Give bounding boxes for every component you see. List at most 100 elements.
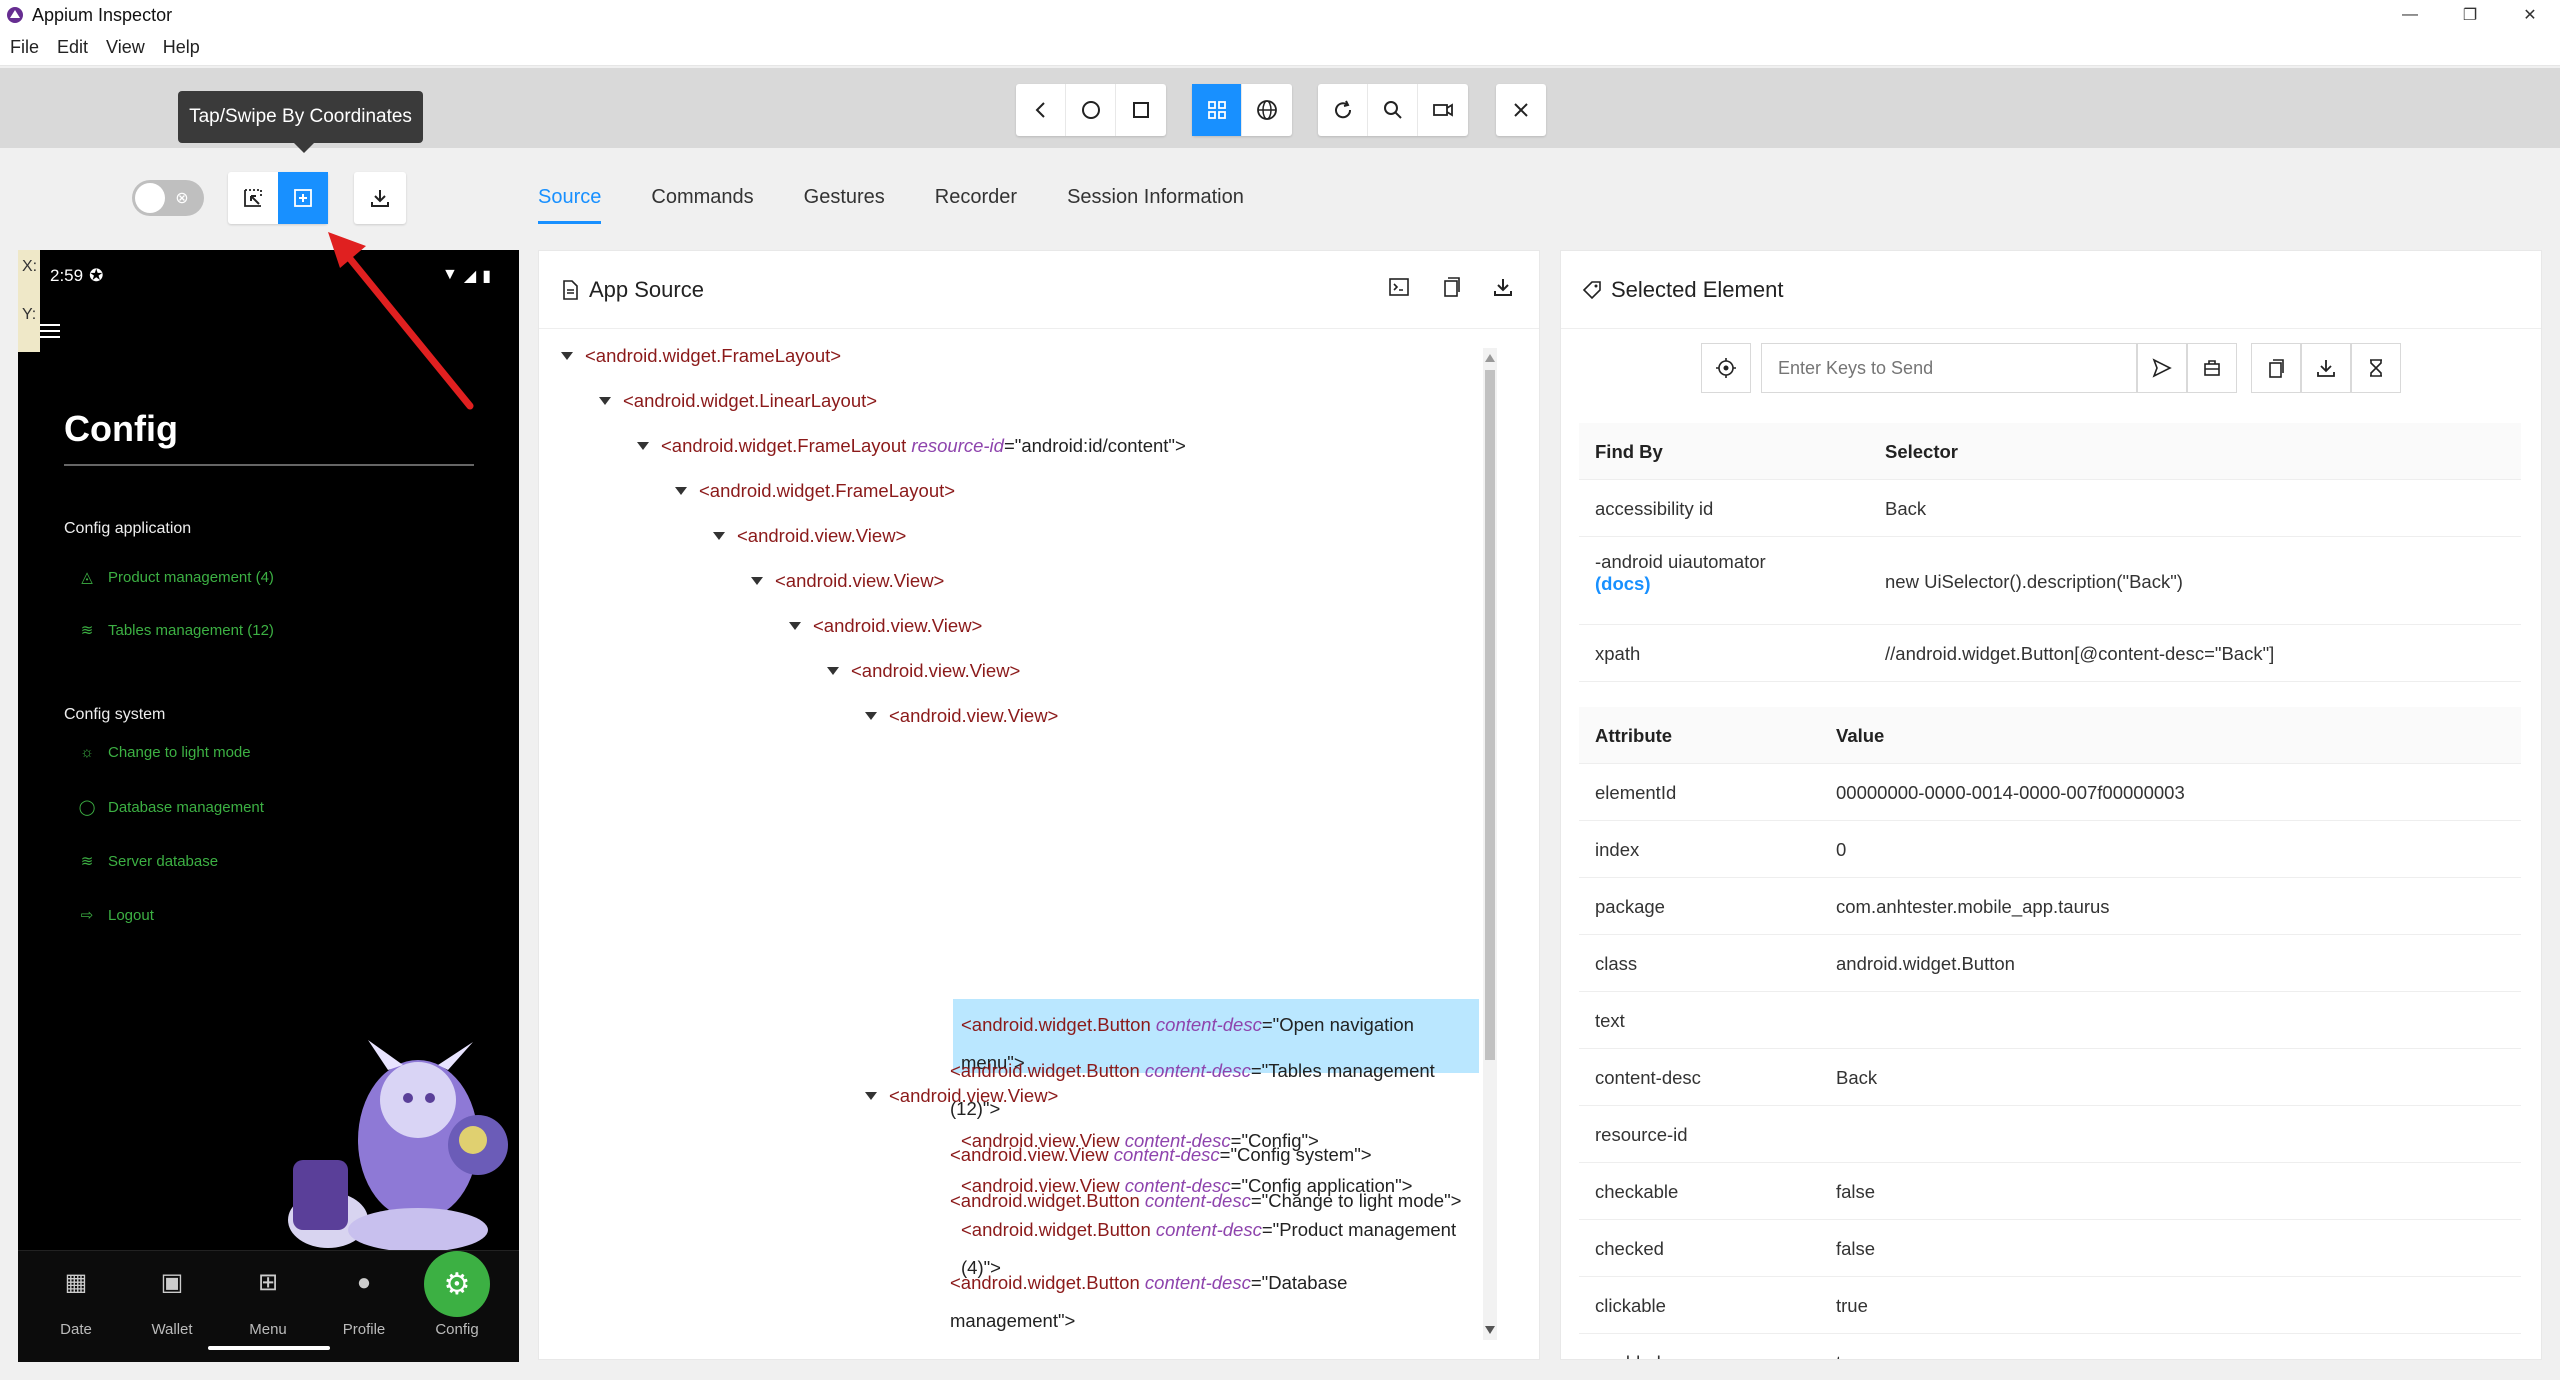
menu-file[interactable]: File [10,37,39,58]
refresh-button[interactable] [1318,84,1368,136]
list-item[interactable]: ◬ Product management (4) [78,568,274,587]
nav-date[interactable]: ▦ Date [36,1265,116,1338]
table-row[interactable]: -android uiautomator (docs) new UiSelecto… [1579,537,2521,625]
minimize-button[interactable]: — [2380,0,2440,30]
caret-down-icon[interactable] [599,397,611,405]
table-row[interactable]: text [1579,992,2521,1049]
caret-down-icon[interactable] [751,577,763,585]
maximize-button[interactable]: ❐ [2440,0,2500,30]
table-row[interactable]: class android.widget.Button [1579,935,2521,992]
list-item[interactable]: ≋ Server database [78,852,218,871]
list-item[interactable]: ⇨ Logout [78,906,154,925]
table-row[interactable]: checkable false [1579,1163,2521,1220]
list-item[interactable]: ≋ Tables management (12) [78,621,274,640]
list-item-label: Logout [108,906,154,924]
tab-gestures[interactable]: Gestures [804,176,885,224]
search-button[interactable] [1368,84,1418,136]
tree-node[interactable]: <android.view.View> [851,658,1020,684]
download-element-button[interactable] [2301,343,2351,393]
table-row[interactable]: package com.anhtester.mobile_app.taurus [1579,878,2521,935]
docs-link[interactable]: (docs) [1595,573,1651,594]
list-item-label: Database management [108,798,264,816]
quit-session-button[interactable] [1496,84,1546,136]
select-element-button[interactable] [228,172,278,224]
tap-element-button[interactable] [1701,343,1751,393]
device-nav-group [1016,84,1166,136]
table-row[interactable]: checked false [1579,1220,2521,1277]
caret-down-icon[interactable] [827,667,839,675]
tap-swipe-coordinates-button[interactable] [278,172,328,224]
wallet-icon: ▣ [160,1269,184,1296]
caret-down-icon[interactable] [637,442,649,450]
table-row[interactable]: accessibility id Back [1579,480,2521,537]
caret-down-icon[interactable] [865,712,877,720]
scroll-thumb[interactable] [1485,370,1495,1060]
section-config-system: Config system [64,706,166,723]
caret-down-icon[interactable] [675,487,687,495]
caret-down-icon[interactable] [713,532,725,540]
app-switch-button[interactable] [1116,84,1166,136]
menu-help[interactable]: Help [163,37,200,58]
list-item[interactable]: ◯ Database management [78,798,264,817]
home-button[interactable] [1066,84,1116,136]
table-row[interactable]: clickable true [1579,1277,2521,1334]
screenshot-toggle[interactable]: ⊗ [132,180,204,216]
attribute-name: enabled [1595,1352,1661,1359]
tree-node[interactable]: <android.widget.FrameLayout> [699,478,955,504]
tab-source[interactable]: Source [538,176,602,224]
nav-profile[interactable]: ● Profile [324,1265,404,1338]
nav-menu[interactable]: ⊞ Menu [228,1265,308,1338]
tree-node[interactable]: <android.widget.Button content-desc="Tab… [950,1052,1470,1128]
tab-commands[interactable]: Commands [651,176,753,224]
scroll-down-icon[interactable] [1485,1326,1495,1334]
select-cursor-icon [244,189,262,207]
caret-down-icon[interactable] [789,622,801,630]
download-icon[interactable] [1491,275,1515,299]
find-by-table: Find By Selector accessibility id Back -… [1579,423,2521,682]
tree-node[interactable]: <android.view.View> [813,613,982,639]
menu-edit[interactable]: Edit [57,37,88,58]
tree-node[interactable]: <android.widget.FrameLayout resource-id=… [661,433,1186,459]
hamburger-menu-icon[interactable] [40,324,60,340]
table-row[interactable]: resource-id [1579,1106,2521,1163]
tree-node[interactable]: <android.widget.Button content-desc="Dat… [950,1264,1470,1340]
tree-node[interactable]: <android.view.View content-desc="Config … [950,1142,1372,1168]
copy-icon[interactable] [1439,275,1463,299]
record-button[interactable] [1418,84,1468,136]
clear-button[interactable] [2187,343,2237,393]
source-scrollbar[interactable] [1483,348,1497,1340]
table-row[interactable]: content-desc Back [1579,1049,2521,1106]
terminal-icon[interactable] [1387,275,1411,299]
attribute-value: Back [1836,1067,1878,1088]
phone-page-title: Config [64,408,178,449]
selected-element-title: Selected Element [1581,277,1783,303]
close-window-button[interactable]: ✕ [2500,0,2560,30]
tree-node[interactable]: <android.view.View> [737,523,906,549]
tree-node[interactable]: <android.widget.LinearLayout> [623,388,877,414]
table-row[interactable]: xpath //android.widget.Button[@content-d… [1579,625,2521,682]
tree-node[interactable]: <android.widget.Button content-desc="Cha… [950,1182,1470,1220]
tree-node[interactable]: <android.view.View> [889,703,1058,729]
nav-wallet[interactable]: ▣ Wallet [132,1265,212,1338]
table-row[interactable]: index 0 [1579,821,2521,878]
table-row[interactable]: enabled true [1579,1334,2521,1359]
tree-node[interactable]: <android.view.View> [775,568,944,594]
web-mode-button[interactable] [1242,84,1292,136]
copy-attributes-button[interactable] [2251,343,2301,393]
table-row[interactable]: elementId 00000000-0000-0014-0000-007f000… [1579,764,2521,821]
native-app-mode-button[interactable] [1192,84,1242,136]
send-keys-input[interactable] [1761,343,2137,393]
back-button[interactable] [1016,84,1066,136]
tree-node[interactable]: <android.widget.FrameLayout> [585,343,841,369]
scroll-up-icon[interactable] [1485,354,1495,362]
nav-config[interactable]: ⚙ Config [417,1265,497,1338]
send-keys-button[interactable] [2137,343,2187,393]
tab-recorder[interactable]: Recorder [935,176,1017,224]
tab-session-information[interactable]: Session Information [1067,176,1244,224]
caret-down-icon[interactable] [561,352,573,360]
menu-view[interactable]: View [106,37,145,58]
attribute-value: true [1836,1352,1868,1359]
download-screenshot-button[interactable] [354,172,406,224]
list-item[interactable]: ☼ Change to light mode [78,744,250,761]
timing-button[interactable] [2351,343,2401,393]
